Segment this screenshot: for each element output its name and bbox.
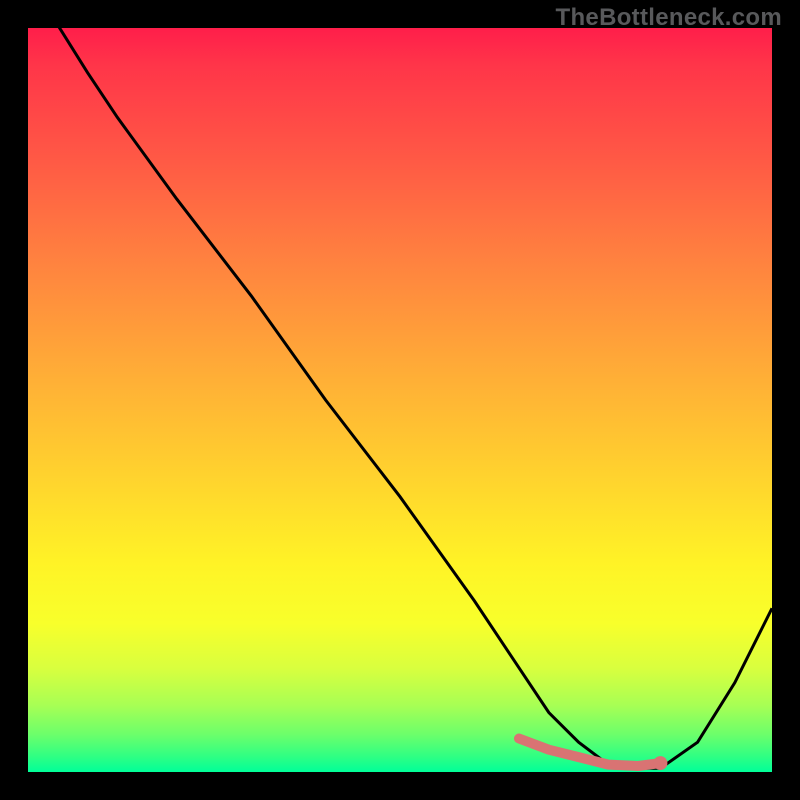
- chart-frame: TheBottleneck.com: [0, 0, 800, 800]
- bottleneck-curve: [28, 28, 772, 772]
- watermark-text: TheBottleneck.com: [556, 4, 782, 32]
- optimal-point-dot: [653, 756, 667, 770]
- curve-path: [28, 28, 772, 768]
- plot-area: [28, 28, 772, 772]
